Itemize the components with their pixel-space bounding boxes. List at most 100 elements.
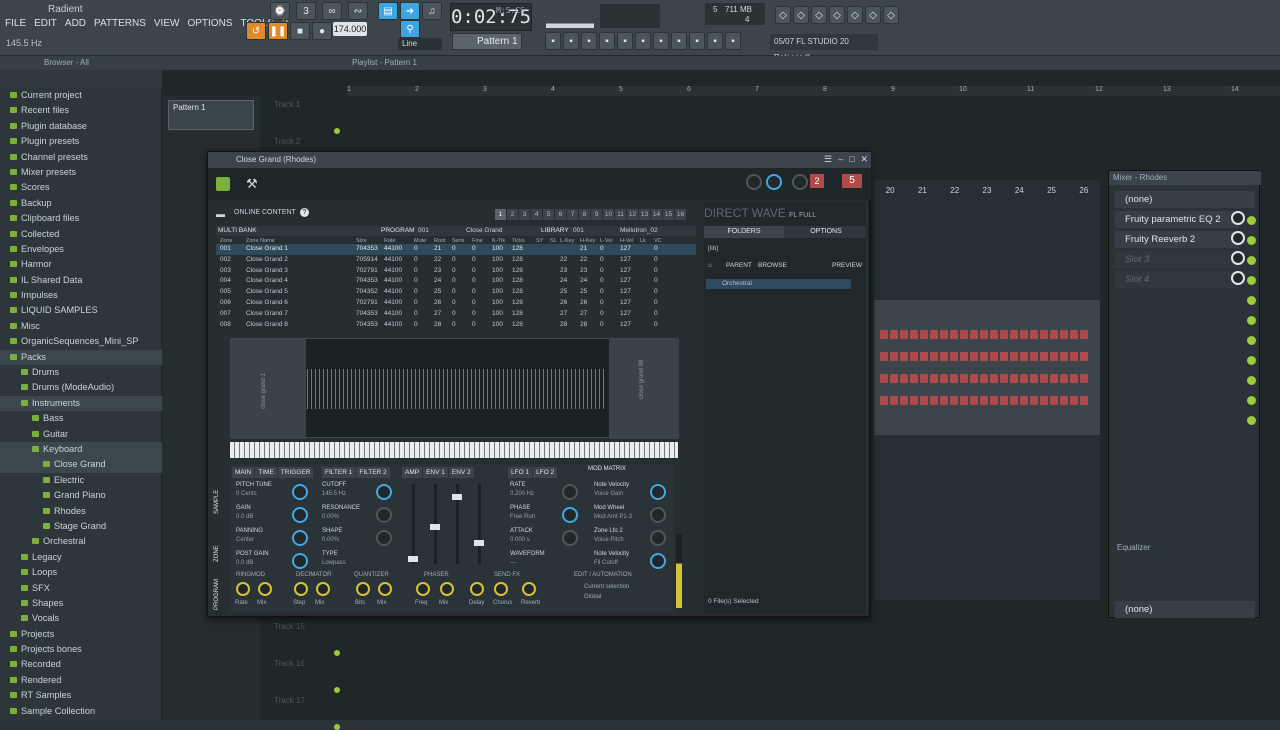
slot-enable-led[interactable] [1247,416,1256,425]
browser-item[interactable]: Close Grand [0,457,162,473]
mixer-channel-number[interactable]: 24 [1015,186,1024,198]
blend-notes-icon[interactable]: ∞ [322,2,342,20]
browser-item[interactable]: Guitar [0,427,162,442]
zone-row[interactable]: 008 Close Grand 8 704353 44100 0 28 0 0 100 128 28… [216,320,696,331]
step-button[interactable] [1080,330,1088,339]
step-button[interactable] [1040,330,1048,339]
step-button[interactable] [1060,352,1068,361]
sustain-fader[interactable] [452,494,462,500]
mixer-input-select[interactable]: (none) [1115,191,1255,208]
page-button[interactable]: 14 [651,209,662,220]
refresh-icon[interactable]: ◇ [775,6,791,24]
step-button[interactable] [980,352,988,361]
browser-item[interactable]: Drums (ModeAudio) [0,380,162,395]
browser-item[interactable]: Misc [0,319,162,334]
fx-knob[interactable] [294,582,308,596]
browser-item[interactable]: Rendered [0,673,162,688]
menu-view-item[interactable]: VIEW [153,18,181,29]
tab-filter2[interactable]: FILTER 2 [356,467,390,478]
fx-knob[interactable] [258,582,272,596]
browser-item[interactable]: SFX [0,581,162,596]
page-button[interactable]: 16 [675,209,686,220]
piano-keyboard[interactable] [230,442,678,458]
browser-item[interactable]: Electric [0,473,162,488]
menu-file-item[interactable]: FILE [4,18,27,29]
record-icon[interactable]: ▪ [725,32,741,50]
slot-enable-led[interactable] [1247,276,1256,285]
page-button[interactable]: 11 [615,209,626,220]
mixer-fx-slot[interactable]: Slot 4 [1115,271,1239,288]
page-button[interactable]: 3 [519,209,530,220]
help-icon[interactable]: ▪ [707,32,723,50]
step-button[interactable] [1000,330,1008,339]
tempo-display[interactable]: 174.000 [333,22,367,36]
track-mute-led[interactable] [334,687,340,693]
step-button[interactable] [1020,374,1028,383]
step-button[interactable] [960,396,968,405]
mic-icon[interactable]: ◇ [811,6,827,24]
step-button[interactable] [990,396,998,405]
mod4-amount-knob[interactable] [650,553,666,569]
step-button[interactable] [900,330,908,339]
browser-item[interactable]: Recorded [0,657,162,672]
mod2-source[interactable]: Mod Wheel [594,505,624,511]
step-button[interactable] [910,330,918,339]
side-tab-zone[interactable]: ZONE [214,545,220,562]
browser-item[interactable]: IL Shared Data [0,273,162,288]
side-tab-sample[interactable]: SAMPLE [214,490,220,514]
metronome-icon[interactable]: ⌚ [270,2,290,20]
step-button[interactable] [920,330,928,339]
fx-knob[interactable] [494,582,508,596]
tab-main[interactable]: MAIN [232,467,255,478]
step-button[interactable] [1080,352,1088,361]
pattern-clip[interactable]: Pattern 1 [168,100,254,130]
question-icon[interactable]: ◇ [829,6,845,24]
browser-item[interactable]: Envelopes [0,242,162,257]
edit-option[interactable]: Current selection [584,584,629,590]
timeline-ruler[interactable]: 1 2 3 4 5 6 7 8 9 10 11 12 13 14 [347,86,1280,96]
step-button[interactable] [880,396,888,405]
slot-enable-led[interactable] [1247,356,1256,365]
zone-row[interactable]: 001 Close Grand 1 704353 44100 0 21 0 0 100 128 21… [216,244,696,255]
page-button[interactable]: 6 [555,209,566,220]
browser-item[interactable]: Sample Collection [0,704,162,719]
browser-item[interactable]: Scores [0,180,162,195]
stop-button[interactable]: ■ [290,22,310,40]
page-button[interactable]: 8 [579,209,590,220]
menu-patterns-item[interactable]: PATTERNS [93,18,147,29]
browser-item[interactable]: Backup [0,196,162,211]
browser-item[interactable]: Projects [0,627,162,642]
browser-item[interactable]: Loops [0,565,162,580]
step-button[interactable] [890,352,898,361]
panning-knob[interactable] [292,530,308,546]
tab-amp[interactable]: AMP [402,467,423,478]
menu-options-item[interactable]: OPTIONS [186,18,233,29]
browser-item[interactable]: OrganicSequences_Mini_SP [0,334,162,349]
step-button[interactable] [930,396,938,405]
zone-row[interactable]: 007 Close Grand 7 704353 44100 0 27 0 0 100 128 27… [216,309,696,320]
lfo-attack-knob[interactable] [562,530,578,546]
step-button[interactable] [970,330,978,339]
lfo-phase-knob[interactable] [562,507,578,523]
browser-item[interactable]: Orchestral [0,534,162,549]
step-button[interactable] [1010,396,1018,405]
library-name[interactable]: Mellotron_02 [620,226,658,236]
step-button[interactable] [1070,330,1078,339]
help-icon[interactable]: ? [300,208,309,217]
step-button[interactable] [940,352,948,361]
track-label[interactable]: Track 16 [274,659,344,675]
step-edit-icon[interactable]: ∾ [348,2,368,20]
fx-knob[interactable] [236,582,250,596]
post-gain-knob[interactable] [292,553,308,569]
mixer-channel-number[interactable]: 25 [1047,186,1056,198]
minimize-icon[interactable]: – [838,154,843,165]
browser-item[interactable]: Projects bones [0,642,162,657]
maximize-icon[interactable]: □ [849,154,854,165]
step-button[interactable] [1000,396,1008,405]
channel-rack-icon[interactable]: ▪ [581,32,597,50]
parent-button[interactable]: PARENT [726,260,752,272]
wrench-icon[interactable]: ⚒ [246,176,258,192]
mod3-amount-knob[interactable] [650,530,666,546]
step-button[interactable] [910,374,918,383]
step-button[interactable] [1010,352,1018,361]
